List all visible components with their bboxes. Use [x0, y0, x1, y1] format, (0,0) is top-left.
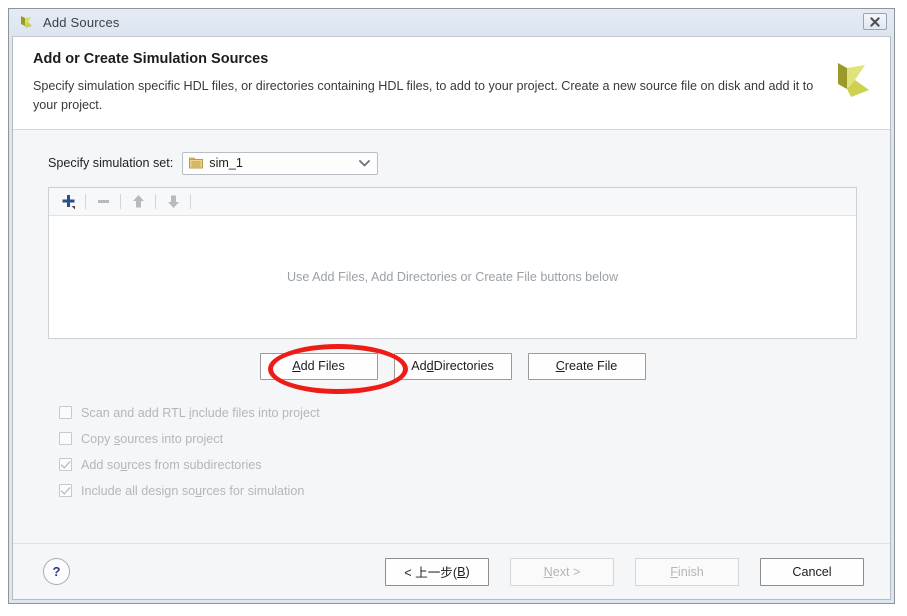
source-list-toolbar — [49, 187, 856, 216]
window-title: Add Sources — [43, 15, 120, 30]
source-action-buttons: Add Files Ad d Directories Create File — [35, 343, 870, 394]
checkbox-box — [59, 432, 72, 446]
close-glyph — [870, 16, 880, 27]
vivado-logo-icon — [21, 15, 32, 28]
move-up-button[interactable] — [126, 190, 150, 212]
checkbox-label: Include all design sources for simulatio… — [81, 483, 305, 498]
toolbar-separator — [120, 193, 121, 209]
checkbox-label: Add sources from subdirectories — [81, 457, 262, 472]
checkbox-box — [59, 406, 72, 420]
add-files-mnemonic: A — [292, 359, 301, 374]
wizard-navigation-buttons: < 上一步(B) Next > Finish Cancel — [385, 557, 864, 586]
page-description: Specify simulation specific HDL files, o… — [33, 79, 814, 112]
back-button[interactable]: < 上一步(B) — [385, 557, 489, 586]
add-directories-button[interactable]: Ad d Directories — [393, 352, 512, 380]
page-title: Add or Create Simulation Sources — [33, 51, 269, 67]
create-file-button[interactable]: Create File — [527, 352, 646, 380]
remove-button[interactable] — [91, 190, 115, 212]
cancel-button[interactable]: Cancel — [760, 557, 864, 586]
checkbox-label: Scan and add RTL include files into proj… — [81, 405, 320, 420]
xilinx-logo-icon — [838, 63, 869, 97]
finish-label: inish — [677, 564, 704, 579]
copy-sources-checkbox[interactable]: Copy sources into project — [59, 426, 870, 452]
toolbar-separator — [155, 193, 156, 209]
help-button[interactable]: ? — [43, 558, 70, 585]
plus-icon — [62, 194, 75, 210]
simulation-set-dropdown[interactable]: sim_1 — [182, 151, 379, 175]
back-label-a: < 上一步( — [404, 566, 458, 580]
add-files-button[interactable]: Add Files — [259, 352, 378, 380]
folder-icon — [189, 157, 204, 169]
source-list-body[interactable]: Use Add Files, Add Directories or Create… — [49, 215, 856, 338]
create-file-label: reate File — [564, 359, 618, 374]
add-files-label: dd Files — [300, 359, 345, 374]
add-directories-label-b: Directories — [433, 359, 494, 374]
chevron-down-icon — [359, 160, 371, 167]
scan-rtl-include-checkbox[interactable]: Scan and add RTL include files into proj… — [59, 400, 870, 426]
simulation-set-label: Specify simulation set: — [48, 156, 174, 171]
add-button[interactable] — [56, 190, 80, 212]
create-file-mnemonic: C — [555, 359, 565, 374]
finish-button[interactable]: Finish — [635, 557, 739, 586]
source-file-list-panel: Use Add Files, Add Directories or Create… — [48, 186, 857, 339]
arrow-down-icon — [167, 195, 179, 208]
help-label: ? — [52, 564, 61, 579]
dialog-footer: ? < 上一步(B) Next > Finish Cancel — [13, 543, 890, 599]
checkbox-box — [59, 484, 72, 498]
add-directories-label-a: Ad — [411, 359, 427, 374]
empty-list-message: Use Add Files, Add Directories or Create… — [286, 269, 619, 284]
finish-mnemonic: F — [670, 564, 678, 579]
toolbar-separator — [190, 193, 191, 209]
include-design-sources-checkbox[interactable]: Include all design sources for simulatio… — [59, 478, 870, 504]
toolbar-separator — [85, 193, 86, 209]
simulation-set-row: Specify simulation set: sim_1 — [48, 151, 870, 175]
move-down-button[interactable] — [161, 190, 185, 212]
next-button[interactable]: Next > — [510, 557, 614, 586]
dialog-header: Add or Create Simulation Sources Specify… — [13, 37, 890, 130]
simulation-set-value: sim_1 — [209, 156, 243, 171]
back-mnemonic: B — [457, 564, 466, 579]
title-bar: Add Sources — [9, 9, 894, 36]
close-icon[interactable] — [863, 13, 887, 30]
dialog-panel: Add or Create Simulation Sources Specify… — [12, 36, 891, 600]
minus-icon — [97, 199, 109, 203]
next-label: ext > — [552, 564, 581, 579]
add-sources-dialog-window: Add Sources Add or Create Simulation Sou… — [8, 8, 895, 604]
add-subdirectories-checkbox[interactable]: Add sources from subdirectories — [59, 452, 870, 478]
checkbox-label: Copy sources into project — [81, 431, 224, 446]
checkbox-box — [59, 458, 72, 472]
next-mnemonic: N — [543, 564, 553, 579]
arrow-up-icon — [132, 194, 144, 208]
cancel-label: Cancel — [792, 564, 832, 579]
dialog-content: Specify simulation set: sim_1 Use Add Fi… — [13, 130, 890, 543]
options-checkbox-group: Scan and add RTL include files into proj… — [59, 400, 870, 504]
back-label-b: ) — [465, 564, 470, 579]
add-directories-mnemonic: d — [426, 359, 434, 374]
